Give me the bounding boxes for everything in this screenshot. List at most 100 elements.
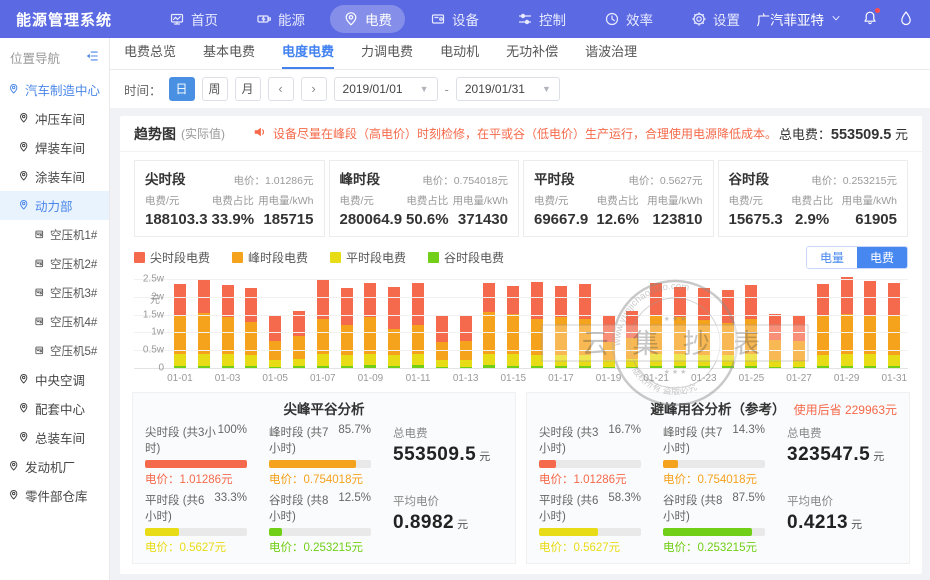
- stacked-bar: [841, 277, 853, 368]
- bar-slot-01-01: 01-01: [168, 279, 192, 368]
- total-value: 0.4213元: [787, 512, 897, 534]
- stacked-bar: [245, 288, 257, 368]
- sidebar-item-13[interactable]: 总装车间: [0, 423, 109, 452]
- peak-valley-analysis-panel: 尖峰平谷分析 尖时段 (共3小时) 100% 电价：1.01286元 峰时段 (…: [132, 392, 516, 564]
- x-axis-tick: 01-27: [786, 373, 812, 384]
- sidebar-item-6[interactable]: 空压机1#: [0, 220, 109, 249]
- progress-fill: [269, 528, 282, 536]
- stacked-bar: [674, 287, 686, 368]
- stacked-bar: [460, 316, 472, 368]
- sidebar-item-14[interactable]: 发动机厂: [0, 452, 109, 481]
- legend-item-3[interactable]: 平时段电费: [330, 249, 406, 266]
- sidebar-item-2[interactable]: 冲压车间: [0, 104, 109, 133]
- time-mode-button[interactable]: 周: [202, 77, 228, 101]
- chevron-down-icon: ▼: [542, 84, 551, 94]
- fee-value: 15675.3: [729, 211, 783, 228]
- water-drop-button[interactable]: [898, 10, 914, 29]
- x-axis-tick: 01-05: [262, 373, 288, 384]
- bar-slot-01-02: [192, 279, 216, 368]
- tab-2[interactable]: 基本电费: [203, 41, 255, 69]
- bar-slot-01-28: [811, 279, 835, 368]
- nav-item-energy[interactable]: 能源: [243, 5, 318, 33]
- total-value: 0.8982元: [393, 512, 503, 534]
- total-unit: 元: [479, 451, 491, 463]
- legend-label: 峰时段电费: [248, 249, 308, 266]
- bar-segment: [650, 315, 662, 354]
- sidebar-item-5[interactable]: 动力部: [0, 191, 109, 220]
- bar-slot-01-31: 01-31: [882, 279, 906, 368]
- tab-3[interactable]: 电度电费: [282, 41, 334, 69]
- legend-item-2[interactable]: 峰时段电费: [232, 249, 308, 266]
- nav-item-device[interactable]: 设备: [417, 5, 492, 33]
- bar-segment: [388, 287, 400, 329]
- trend-subtitle: (实际值): [181, 125, 225, 142]
- time-mode-button[interactable]: 月: [235, 77, 261, 101]
- energy-label: 用电量/kWh: [647, 193, 702, 208]
- bar-segment: [507, 286, 519, 314]
- nav-item-label: 设置: [713, 9, 740, 29]
- legend-item-4[interactable]: 谷时段电费: [428, 249, 504, 266]
- toggle-fee-option[interactable]: 电费: [857, 247, 907, 268]
- speaker-icon: [253, 125, 267, 142]
- bar-segment: [650, 354, 662, 366]
- sidebar-item-9[interactable]: 空压机4#: [0, 307, 109, 336]
- period-hours-label: 尖时段 (共3小时): [145, 424, 218, 456]
- nav-item-home[interactable]: 首页: [156, 5, 231, 33]
- sidebar-item-10[interactable]: 空压机5#: [0, 336, 109, 365]
- toggle-energy-option[interactable]: 电量: [807, 247, 857, 268]
- tenant-selector[interactable]: 广汽菲亚特: [757, 9, 843, 29]
- progress-fill: [539, 460, 556, 468]
- sidebar-item-4[interactable]: 涂装车间: [0, 162, 109, 191]
- period-price: 电价：1.01286元: [234, 173, 314, 188]
- bar-slot-01-15: 01-15: [501, 279, 525, 368]
- bar-slot-01-16: [525, 279, 549, 368]
- stacked-bar: [198, 280, 210, 368]
- stacked-bar: [698, 288, 710, 368]
- legend-item-1[interactable]: 尖时段电费: [134, 249, 210, 266]
- sidebar-item-15[interactable]: 零件部仓库: [0, 481, 109, 510]
- bar-slot-01-20: [620, 279, 644, 368]
- next-period-button[interactable]: ›: [301, 77, 327, 101]
- bar-segment: [888, 316, 900, 354]
- sidebar-item-11[interactable]: 中央空调: [0, 365, 109, 394]
- bar-segment: [722, 355, 734, 366]
- nav-item-settings[interactable]: 设置: [678, 5, 753, 33]
- sidebar-item-1[interactable]: 汽车制造中心: [0, 75, 109, 104]
- time-mode-button[interactable]: 日: [169, 77, 195, 101]
- tab-6[interactable]: 无功补偿: [506, 41, 558, 69]
- tab-7[interactable]: 谐波治理: [585, 41, 637, 69]
- end-date-select[interactable]: 2019/01/31 ▼: [456, 77, 560, 101]
- fee-icon: [343, 11, 359, 27]
- sidebar-item-12[interactable]: 配套中心: [0, 394, 109, 423]
- energy-value: 123810: [647, 211, 702, 228]
- stacked-bar: [436, 315, 448, 368]
- nav-item-control[interactable]: 控制: [504, 5, 579, 33]
- collapse-sidebar-icon[interactable]: [85, 49, 99, 66]
- period-progress-group: 峰时段 (共7小时) 14.3% 电价：0.754018元: [663, 424, 765, 487]
- start-date-select[interactable]: 2019/01/01 ▼: [334, 77, 438, 101]
- sidebar-item-8[interactable]: 空压机3#: [0, 278, 109, 307]
- total-unit: 元: [851, 519, 863, 531]
- tab-4[interactable]: 力调电费: [361, 41, 413, 69]
- location-pin-icon: [18, 199, 31, 212]
- settings-icon: [691, 11, 707, 27]
- progress-bar: [663, 528, 765, 536]
- bar-segment: [745, 354, 757, 365]
- sidebar-item-3[interactable]: 焊装车间: [0, 133, 109, 162]
- tab-5[interactable]: 电动机: [440, 41, 479, 69]
- bell-icon: [862, 14, 878, 29]
- nav-item-label: 电费: [365, 9, 392, 29]
- nav-item-efficiency[interactable]: 效率: [591, 5, 666, 33]
- notifications-button[interactable]: [862, 10, 878, 29]
- sidebar-item-7[interactable]: 空压机2#: [0, 249, 109, 278]
- chevron-down-icon: [830, 12, 842, 27]
- tab-1[interactable]: 电费总览: [124, 41, 176, 69]
- ratio-value: 33.9%: [212, 211, 255, 228]
- prev-period-button[interactable]: ‹: [268, 77, 294, 101]
- bar-segment: [531, 355, 543, 366]
- nav-item-fee[interactable]: 电费: [330, 5, 405, 33]
- sidebar-item-label: 空压机1#: [50, 227, 97, 243]
- time-mode-group: 日周月: [169, 77, 261, 101]
- total-fee-value: 553509.5: [831, 127, 891, 143]
- bar-segment: [174, 354, 186, 365]
